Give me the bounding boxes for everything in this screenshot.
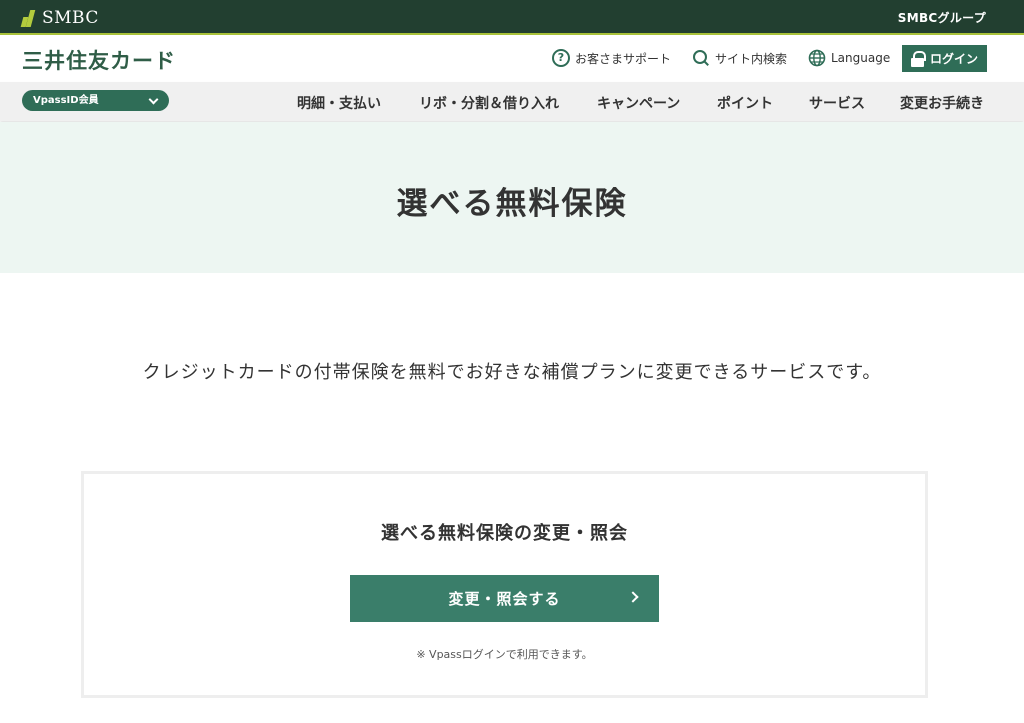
lead-text: クレジットカードの付帯保険を無料でお好きな補償プランに変更できるサービスです。 <box>142 362 882 383</box>
nav-item-revolving[interactable]: リボ・分割＆借り入れ <box>419 93 559 113</box>
chevron-down-icon <box>148 94 159 105</box>
support-label: お客さまサポート <box>575 51 672 66</box>
page-title: 選べる無料保険 <box>396 186 628 222</box>
smbc-leaf-icon <box>20 9 36 27</box>
lock-icon <box>910 50 926 67</box>
nav-item-statement[interactable]: 明細・支払い <box>297 93 381 113</box>
smbc-logo[interactable]: SMBC <box>20 7 99 28</box>
change-inquiry-button[interactable]: 変更・照会する <box>350 575 659 622</box>
global-nav: VpassID会員 明細・支払い リボ・分割＆借り入れ キャンペーン ポイント … <box>0 82 1024 121</box>
card-title: 選べる無料保険の変更・照会 <box>381 523 628 544</box>
globe-icon <box>808 49 826 67</box>
search-icon <box>692 49 710 67</box>
member-type-label: VpassID会員 <box>33 95 99 106</box>
language-link[interactable]: Language <box>808 49 890 67</box>
smbc-group-bar: SMBC SMBCグループ <box>0 0 1024 35</box>
nav-item-campaign[interactable]: キャンペーン <box>597 93 680 113</box>
nav-item-points[interactable]: ポイント <box>717 93 773 113</box>
language-label: Language <box>831 51 891 65</box>
chevron-right-icon <box>627 591 639 603</box>
site-search-link[interactable]: サイト内検索 <box>692 49 787 67</box>
login-button[interactable]: ログイン <box>902 45 987 72</box>
member-type-select[interactable]: VpassID会員 <box>22 90 169 111</box>
login-note: ※ Vpassログインで利用できます。 <box>416 648 593 661</box>
support-link[interactable]: ? お客さまサポート <box>552 49 671 67</box>
site-search-label: サイト内検索 <box>715 51 788 66</box>
brand-logo[interactable]: 三井住友カード <box>22 45 176 75</box>
nav-item-services[interactable]: サービス <box>809 93 865 113</box>
nav-item-procedures[interactable]: 変更お手続き <box>900 93 984 113</box>
help-icon: ? <box>552 49 570 67</box>
smbc-group-link[interactable]: SMBCグループ <box>898 9 986 26</box>
smbc-logo-text: SMBC <box>42 7 99 28</box>
site-header: 三井住友カード ? お客さまサポート サイト内検索 Language ログイン <box>0 37 1024 82</box>
insurance-card: 選べる無料保険の変更・照会 変更・照会する ※ Vpassログインで利用できます… <box>81 471 928 698</box>
login-label: ログイン <box>929 52 978 66</box>
hero-banner: 選べる無料保険 <box>0 122 1024 273</box>
change-inquiry-label: 変更・照会する <box>448 590 561 608</box>
